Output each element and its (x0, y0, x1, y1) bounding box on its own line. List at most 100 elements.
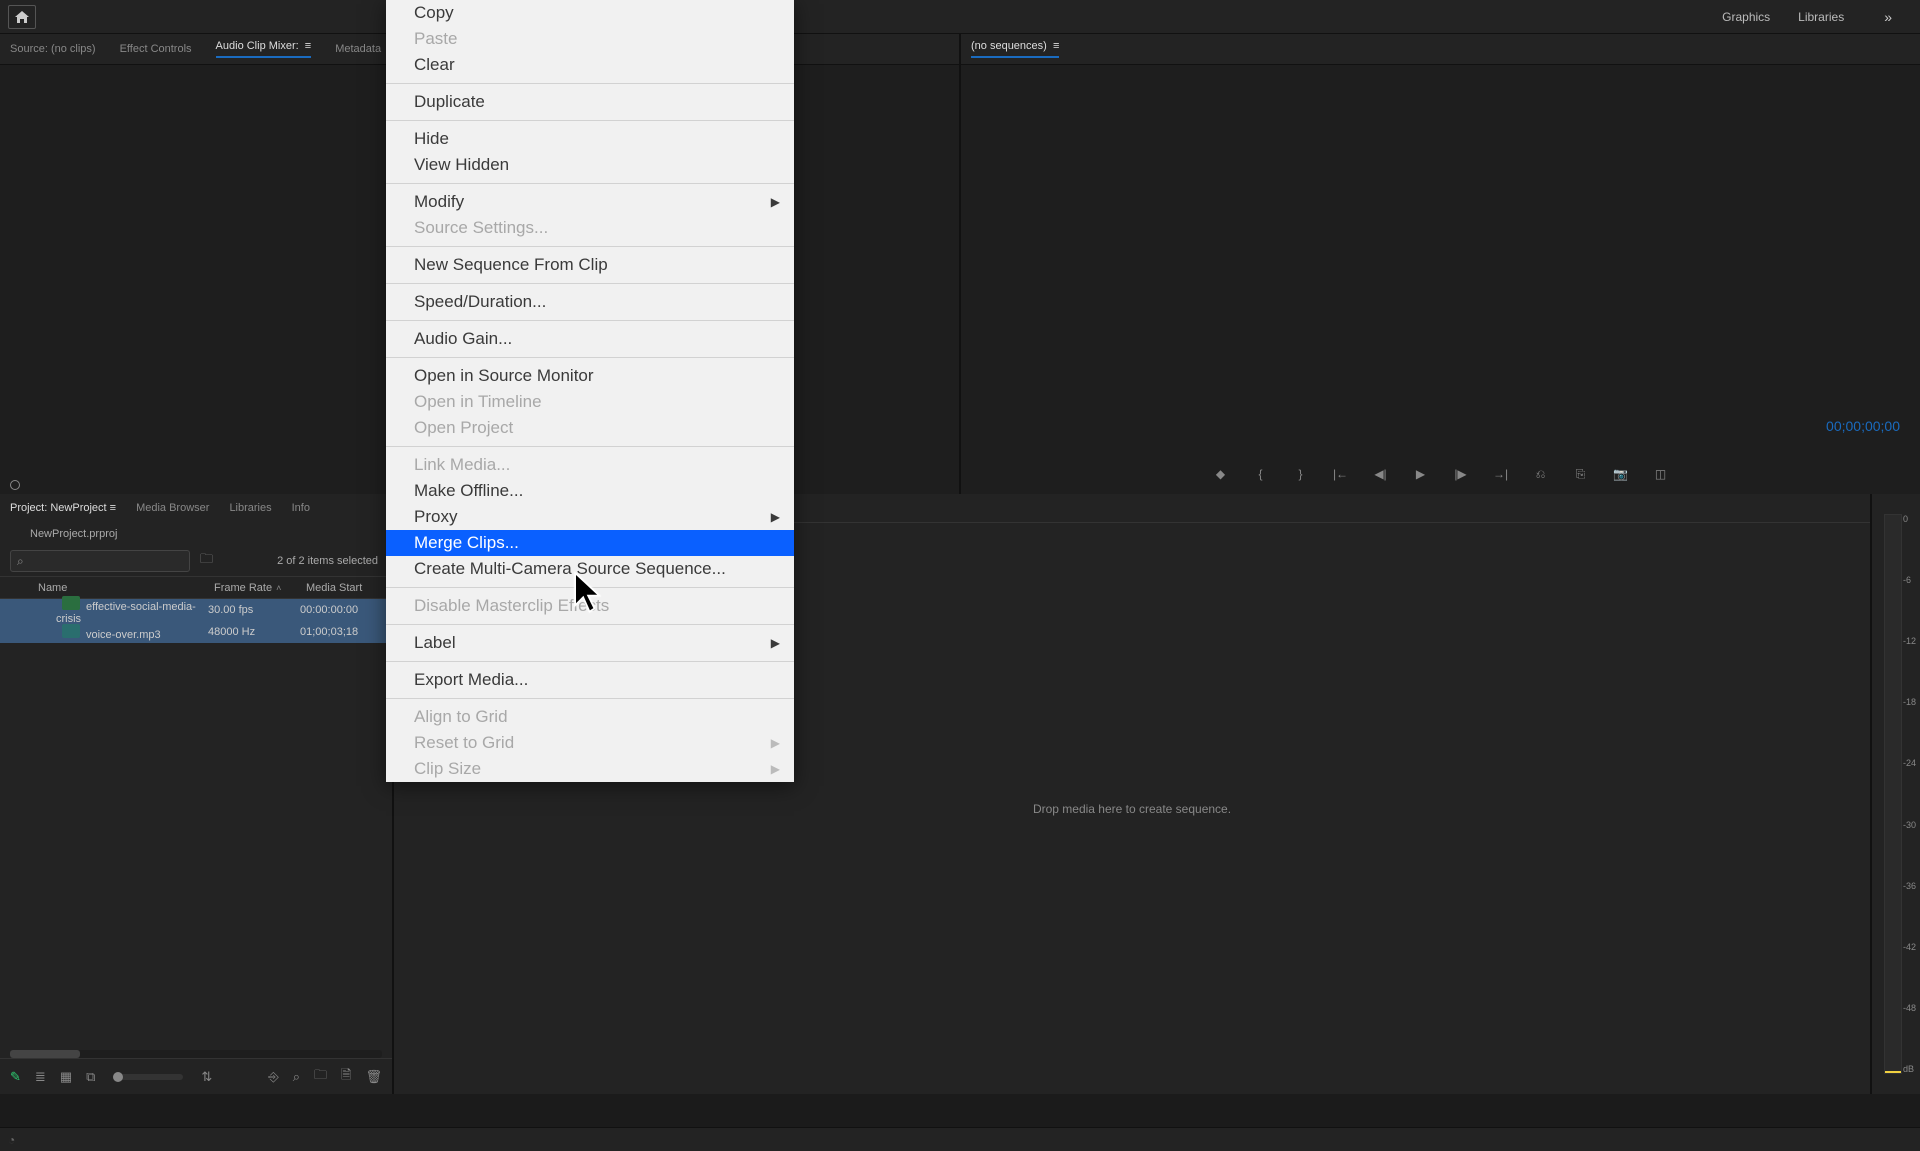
icon-view-icon[interactable]: ▦ (60, 1069, 72, 1085)
menu-item-clear[interactable]: Clear (386, 52, 794, 78)
menu-item-label: Proxy (414, 507, 457, 527)
tab-source[interactable]: Source: (no clips) (10, 43, 96, 55)
col-header-name[interactable]: Name (32, 582, 208, 594)
slider-handle[interactable] (10, 480, 20, 490)
tab-audio-clip-mixer-label: Audio Clip Mixer: (216, 40, 299, 52)
menu-item-export-media[interactable]: Export Media... (386, 667, 794, 693)
zoom-slider[interactable] (113, 1074, 183, 1080)
project-search-input[interactable]: ⌕ (10, 550, 190, 572)
freeform-view-icon[interactable]: ⧉ (86, 1069, 95, 1085)
search-icon: ⌕ (17, 554, 24, 569)
menu-item-speed-duration[interactable]: Speed/Duration... (386, 289, 794, 315)
tab-metadata[interactable]: Metadata (335, 43, 381, 55)
menu-item-modify[interactable]: Modify▶ (386, 189, 794, 215)
project-file-label: NewProject.prproj (0, 522, 392, 546)
menu-item-label: Label (414, 633, 456, 653)
menu-item-label[interactable]: Label ▶ (386, 630, 794, 656)
new-bin-icon[interactable]: 🗀 (314, 1066, 327, 1088)
home-icon (14, 10, 30, 24)
menu-item-duplicate[interactable]: Duplicate (386, 89, 794, 115)
menu-item-create-multi-camera-source-sequence[interactable]: Create Multi-Camera Source Sequence... (386, 556, 794, 582)
workspace-tab-libraries[interactable]: Libraries (1798, 10, 1844, 24)
meter-tick: -30 (1903, 820, 1916, 830)
tab-effect-controls[interactable]: Effect Controls (120, 43, 192, 55)
tab-project[interactable]: Project: NewProject ≡ (10, 502, 116, 514)
tab-project-label: Project: NewProject (10, 502, 107, 514)
menu-item-reset-to-grid: Reset to Grid▶ (386, 730, 794, 756)
tab-info[interactable]: Info (292, 502, 310, 514)
automate-icon[interactable]: ⎆ (268, 1069, 278, 1085)
comparison-icon[interactable]: ◫ (1652, 465, 1670, 483)
menu-item-open-in-source-monitor[interactable]: Open in Source Monitor (386, 363, 794, 389)
menu-item-label: Open in Source Monitor (414, 366, 594, 386)
menu-divider (386, 698, 794, 699)
tab-libraries[interactable]: Libraries (229, 502, 271, 514)
menu-item-make-offline[interactable]: Make Offline... (386, 478, 794, 504)
home-button[interactable] (8, 5, 36, 29)
clip-row-video[interactable]: effective-social-media-crisis 30.00 fps … (0, 599, 392, 621)
list-view-icon[interactable]: ≣ (35, 1069, 46, 1085)
menu-item-label: Source Settings... (414, 218, 548, 238)
menu-item-label: Disable Masterclip Effects (414, 596, 609, 616)
workspace-overflow[interactable]: » (1884, 9, 1892, 25)
tab-program[interactable]: (no sequences) ≡ (971, 40, 1059, 58)
clear-icon[interactable]: 🗑 (365, 1069, 382, 1085)
play-icon[interactable]: ▶ (1412, 465, 1430, 483)
audio-clip-icon (62, 624, 80, 638)
project-panel: Project: NewProject ≡ Media Browser Libr… (0, 494, 394, 1094)
meter-tick: -24 (1903, 758, 1916, 768)
menu-divider (386, 320, 794, 321)
go-out-icon[interactable]: →| (1492, 465, 1510, 483)
meter-tick: -36 (1903, 881, 1916, 891)
col-header-mediastart[interactable]: Media Start (300, 582, 392, 594)
meter-tick: dB (1903, 1064, 1916, 1074)
out-point-icon[interactable]: } (1292, 465, 1310, 483)
audio-meters: 0 -6 -12 -18 -24 -30 -36 -42 -48 dB (1870, 494, 1920, 1094)
program-controls: ◆ { } |← ◀| ▶ |▶ →| ⎌ ⎘ 📷 ◫ (961, 454, 1920, 494)
meter-ticks: 0 -6 -12 -18 -24 -30 -36 -42 -48 dB (1903, 514, 1916, 1074)
status-bar: ◔ (0, 1127, 1920, 1151)
tab-media-browser[interactable]: Media Browser (136, 502, 209, 514)
lower-panels: Project: NewProject ≡ Media Browser Libr… (0, 494, 1920, 1094)
export-frame-icon[interactable]: 📷 (1612, 465, 1630, 483)
clip-row-audio[interactable]: voice-over.mp3 48000 Hz 01;00;03;18 (0, 621, 392, 643)
meter-tick: -42 (1903, 942, 1916, 952)
new-item-icon[interactable]: 🗎 (341, 1066, 351, 1088)
program-monitor: 00;00;00;00 ◆ { } |← ◀| ▶ |▶ →| ⎌ ⎘ 📷 ◫ (961, 64, 1920, 494)
zoom-handle[interactable] (113, 1072, 123, 1082)
lift-icon[interactable]: ⎌ (1532, 465, 1550, 483)
extract-icon[interactable]: ⎘ (1572, 465, 1590, 483)
clip-framerate: 48000 Hz (208, 626, 300, 638)
menu-item-label: Open Project (414, 418, 513, 438)
step-back-icon[interactable]: ◀| (1372, 465, 1390, 483)
meter-tick: -12 (1903, 636, 1916, 646)
marker-icon[interactable]: ◆ (1212, 465, 1230, 483)
menu-item-open-in-timeline: Open in Timeline (386, 389, 794, 415)
go-in-icon[interactable]: |← (1332, 465, 1350, 483)
menu-item-label: Clip Size (414, 759, 481, 779)
freeform-icon[interactable]: ✎ (10, 1069, 21, 1085)
menu-item-hide[interactable]: Hide (386, 126, 794, 152)
menu-item-label: Make Offline... (414, 481, 523, 501)
in-point-icon[interactable]: { (1252, 465, 1270, 483)
workspace-tab-graphics[interactable]: Graphics (1722, 10, 1770, 24)
menu-item-proxy[interactable]: Proxy▶ (386, 504, 794, 530)
tab-audio-clip-mixer[interactable]: Audio Clip Mixer: ≡ (216, 40, 312, 58)
upper-panels: Source: (no clips) Effect Controls Audio… (0, 34, 1920, 494)
step-fwd-icon[interactable]: |▶ (1452, 465, 1470, 483)
menu-item-new-sequence-from-clip[interactable]: New Sequence From Clip (386, 252, 794, 278)
menu-item-label: Link Media... (414, 455, 510, 475)
col-header-framerate[interactable]: Frame Rate˄ (208, 582, 300, 594)
submenu-arrow-icon: ▶ (771, 762, 780, 776)
submenu-arrow-icon: ▶ (771, 636, 780, 650)
sort-asc-icon: ˄ (276, 583, 281, 593)
menu-item-view-hidden[interactable]: View Hidden (386, 152, 794, 178)
menu-item-copy[interactable]: Copy (386, 0, 794, 26)
menu-item-audio-gain[interactable]: Audio Gain... (386, 326, 794, 352)
menu-item-merge-clips[interactable]: Merge Clips... (386, 530, 794, 556)
bin-icon[interactable]: 🗀 (200, 550, 213, 572)
h-scrollbar[interactable] (10, 1050, 80, 1058)
program-panel: (no sequences) ≡ 00;00;00;00 ◆ { } |← ◀|… (959, 34, 1920, 494)
sort-icon[interactable]: ⇅ (201, 1069, 212, 1085)
find-icon[interactable]: ⌕ (293, 1069, 300, 1085)
